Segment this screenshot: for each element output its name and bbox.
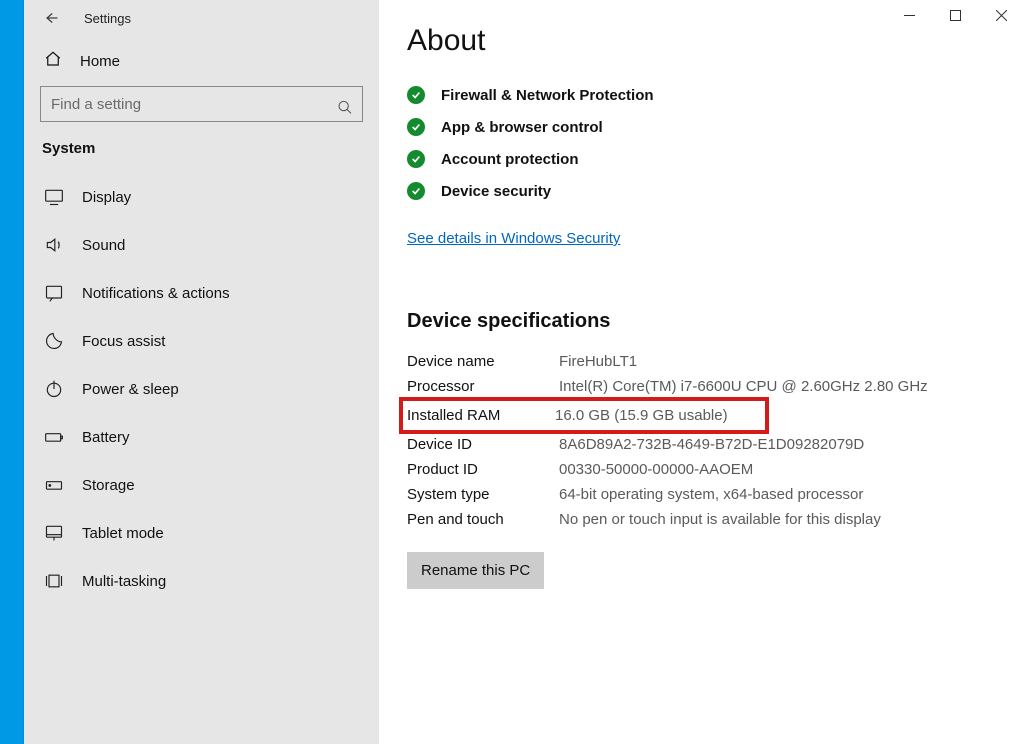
status-device-security[interactable]: Device security	[407, 182, 996, 200]
status-label: Account protection	[441, 151, 579, 168]
power-icon	[44, 379, 64, 399]
rename-pc-button[interactable]: Rename this PC	[407, 552, 544, 589]
sidebar-item-label: Power & sleep	[82, 381, 179, 398]
sidebar-item-label: Storage	[82, 477, 135, 494]
content: About Firewall & Network Protection App …	[379, 0, 1024, 744]
multitasking-icon	[44, 571, 64, 591]
sidebar-item-tablet[interactable]: Tablet mode	[24, 509, 379, 557]
spec-key-system-type: System type	[407, 486, 547, 503]
sidebar-category: System	[24, 140, 379, 173]
nav-home-label: Home	[80, 53, 120, 70]
window-title: Settings	[84, 11, 131, 26]
sidebar-item-sound[interactable]: Sound	[24, 221, 379, 269]
notifications-icon	[44, 283, 64, 303]
sidebar-item-label: Focus assist	[82, 333, 165, 350]
spec-key-ram: Installed RAM	[403, 407, 543, 424]
nav-home[interactable]: Home	[24, 36, 379, 86]
status-label: Device security	[441, 183, 551, 200]
sidebar-item-label: Display	[82, 189, 131, 206]
status-label: App & browser control	[441, 119, 603, 136]
status-account[interactable]: Account protection	[407, 150, 996, 168]
sidebar-item-battery[interactable]: Battery	[24, 413, 379, 461]
sidebar-item-label: Battery	[82, 429, 130, 446]
display-icon	[44, 187, 64, 207]
sidebar-item-label: Multi-tasking	[82, 573, 166, 590]
status-label: Firewall & Network Protection	[441, 87, 654, 104]
spec-key-device-name: Device name	[407, 353, 547, 370]
search-wrap	[24, 86, 379, 140]
status-firewall[interactable]: Firewall & Network Protection	[407, 86, 996, 104]
tablet-icon	[44, 523, 64, 543]
spec-row-ram-highlight: Installed RAM 16.0 GB (15.9 GB usable)	[399, 397, 769, 434]
sidebar-item-display[interactable]: Display	[24, 173, 379, 221]
battery-icon	[44, 427, 64, 447]
home-icon	[44, 50, 62, 72]
spec-val-device-id: 8A6D89A2-732B-4649-B72D-E1D09282079D	[559, 436, 996, 453]
back-button[interactable]	[38, 6, 62, 30]
spec-key-pen-touch: Pen and touch	[407, 511, 547, 528]
sidebar-item-label: Sound	[82, 237, 125, 254]
spec-val-ram: 16.0 GB (15.9 GB usable)	[555, 407, 761, 424]
focus-icon	[44, 331, 64, 351]
check-icon	[407, 182, 425, 200]
sidebar-item-focus[interactable]: Focus assist	[24, 317, 379, 365]
check-icon	[407, 150, 425, 168]
spec-table: Device name FireHubLT1 Processor Intel(R…	[407, 353, 996, 528]
spec-key-processor: Processor	[407, 378, 547, 395]
spec-key-product-id: Product ID	[407, 461, 547, 478]
sidebar-item-notifications[interactable]: Notifications & actions	[24, 269, 379, 317]
spec-val-pen-touch: No pen or touch input is available for t…	[559, 511, 996, 528]
spec-val-product-id: 00330-50000-00000-AAOEM	[559, 461, 996, 478]
search-input[interactable]	[40, 86, 363, 122]
search-icon	[337, 99, 353, 120]
close-button[interactable]	[978, 0, 1024, 30]
sidebar-item-label: Notifications & actions	[82, 285, 230, 302]
sidebar-item-power[interactable]: Power & sleep	[24, 365, 379, 413]
sound-icon	[44, 235, 64, 255]
check-icon	[407, 86, 425, 104]
sidebar: Settings Home System Display	[24, 0, 379, 744]
check-icon	[407, 118, 425, 136]
maximize-button[interactable]	[932, 0, 978, 30]
window-controls	[886, 0, 1024, 30]
storage-icon	[44, 475, 64, 495]
spec-val-device-name: FireHubLT1	[559, 353, 996, 370]
spec-val-processor: Intel(R) Core(TM) i7-6600U CPU @ 2.60GHz…	[559, 378, 996, 395]
titlebar: Settings	[24, 0, 379, 36]
status-app-browser[interactable]: App & browser control	[407, 118, 996, 136]
sidebar-item-label: Tablet mode	[82, 525, 164, 542]
sidebar-item-storage[interactable]: Storage	[24, 461, 379, 509]
minimize-button[interactable]	[886, 0, 932, 30]
device-spec-title: Device specifications	[407, 310, 996, 333]
sidebar-list: Display Sound Notifications & actions Fo…	[24, 173, 379, 605]
spec-val-system-type: 64-bit operating system, x64-based proce…	[559, 486, 996, 503]
windows-security-link[interactable]: See details in Windows Security	[407, 230, 620, 247]
sidebar-item-multitasking[interactable]: Multi-tasking	[24, 557, 379, 605]
settings-window: Settings Home System Display	[24, 0, 1024, 744]
spec-key-device-id: Device ID	[407, 436, 547, 453]
